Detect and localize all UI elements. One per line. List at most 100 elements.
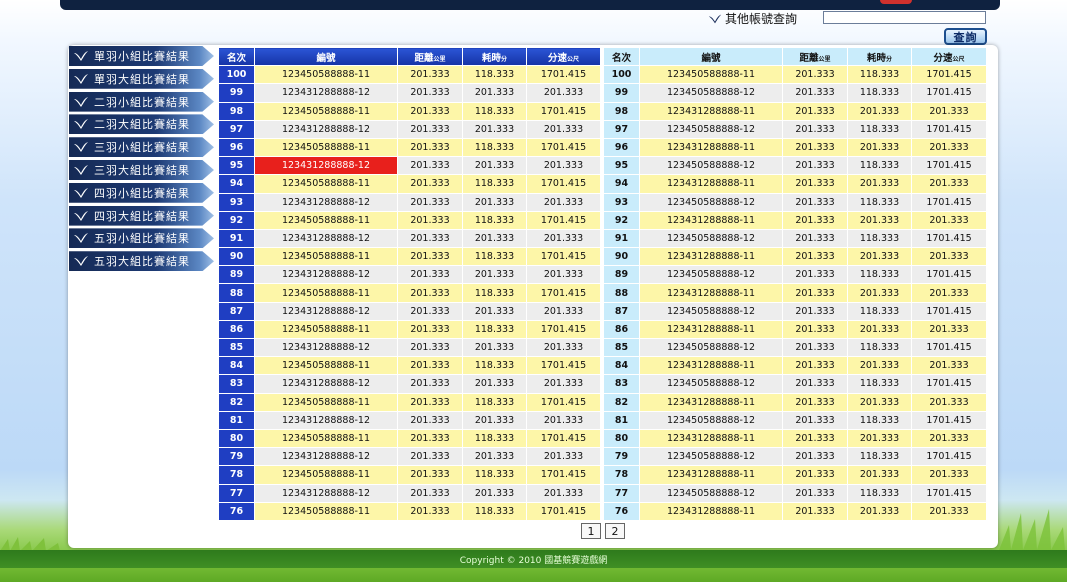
page-1-button[interactable]: 1 xyxy=(581,523,601,539)
code-cell[interactable]: 123450588888-12 xyxy=(639,228,783,249)
code-cell[interactable]: 123431288888-12 xyxy=(254,228,398,249)
table-row[interactable]: 97 123431288888-12 201.333 201.333 201.333 xyxy=(218,119,601,139)
code-cell[interactable]: 123431288888-11 xyxy=(639,137,783,158)
table-row[interactable]: 98 123450588888-11 201.333 118.333 1701.415 xyxy=(218,101,601,121)
table-row[interactable]: 91 123450588888-12 201.333 118.333 1701.415 xyxy=(603,228,987,249)
code-cell[interactable]: 123431288888-12 xyxy=(254,374,398,394)
code-cell[interactable]: 123450588888-11 xyxy=(254,65,398,85)
table-row[interactable]: 83 123431288888-12 201.333 201.333 201.333 xyxy=(218,374,601,394)
page-2-button[interactable]: 2 xyxy=(605,523,625,539)
code-cell[interactable]: 123450588888-12 xyxy=(639,301,783,321)
code-cell[interactable]: 123431288888-11 xyxy=(639,465,783,485)
code-cell[interactable]: 123450588888-11 xyxy=(254,137,398,158)
table-row[interactable]: 80 123450588888-11 201.333 118.333 1701.415 xyxy=(218,428,601,449)
code-cell[interactable]: 123431288888-11 xyxy=(639,174,783,194)
table-row[interactable]: 76 123431288888-11 201.333 201.333 201.333 xyxy=(603,501,987,521)
code-cell[interactable]: 123450588888-11 xyxy=(254,101,398,121)
table-row[interactable]: 94 123431288888-11 201.333 201.333 201.333 xyxy=(603,174,987,194)
code-cell[interactable]: 123450588888-12 xyxy=(639,410,783,430)
table-row[interactable]: 94 123450588888-11 201.333 118.333 1701.415 xyxy=(218,174,601,194)
table-row[interactable]: 93 123450588888-12 201.333 118.333 1701.415 xyxy=(603,192,987,212)
table-row[interactable]: 81 123431288888-12 201.333 201.333 201.333 xyxy=(218,410,601,430)
table-row[interactable]: 92 123450588888-11 201.333 118.333 1701.415 xyxy=(218,210,601,230)
code-cell[interactable]: 123450588888-11 xyxy=(254,392,398,412)
table-row[interactable]: 89 123450588888-12 201.333 118.333 1701.415 xyxy=(603,265,987,285)
sidebar-item-9[interactable]: 五羽大組比賽結果 xyxy=(69,251,214,272)
code-cell[interactable]: 123431288888-12 xyxy=(254,119,398,139)
code-cell[interactable]: 123431288888-12 xyxy=(254,156,398,176)
code-cell[interactable]: 123431288888-11 xyxy=(639,392,783,412)
table-row[interactable]: 76 123450588888-11 201.333 118.333 1701.415 xyxy=(218,501,601,521)
table-row[interactable]: 93 123431288888-12 201.333 201.333 201.333 xyxy=(218,192,601,212)
table-row[interactable]: 92 123431288888-11 201.333 201.333 201.333 xyxy=(603,210,987,230)
table-row[interactable]: 88 123431288888-11 201.333 201.333 201.333 xyxy=(603,283,987,303)
table-row[interactable]: 81 123450588888-12 201.333 118.333 1701.415 xyxy=(603,410,987,430)
col-header-rank[interactable]: 名次 xyxy=(603,46,640,67)
table-row[interactable]: 83 123450588888-12 201.333 118.333 1701.415 xyxy=(603,374,987,394)
code-cell[interactable]: 123431288888-12 xyxy=(254,265,398,285)
code-cell[interactable]: 123450588888-12 xyxy=(639,374,783,394)
sidebar-item-5[interactable]: 三羽大組比賽結果 xyxy=(69,160,214,180)
table-row[interactable]: 99 123431288888-12 201.333 201.333 201.333 xyxy=(218,83,601,103)
code-cell[interactable]: 123431288888-11 xyxy=(639,319,783,340)
table-row[interactable]: 79 123450588888-12 201.333 118.333 1701.415 xyxy=(603,447,987,467)
col-header-rank[interactable]: 名次 xyxy=(218,46,255,67)
sidebar-item-7[interactable]: 四羽大組比賽結果 xyxy=(69,205,214,226)
col-header-code[interactable]: 編號 xyxy=(639,46,783,67)
table-row[interactable]: 99 123450588888-12 201.333 118.333 1701.415 xyxy=(603,83,987,103)
code-cell[interactable]: 123431288888-12 xyxy=(254,301,398,321)
table-row[interactable]: 97 123450588888-12 201.333 118.333 1701.415 xyxy=(603,119,987,139)
code-cell[interactable]: 123450588888-11 xyxy=(254,428,398,449)
table-row[interactable]: 82 123431288888-11 201.333 201.333 201.333 xyxy=(603,392,987,412)
code-cell[interactable]: 123450588888-11 xyxy=(254,501,398,521)
table-row[interactable]: 88 123450588888-11 201.333 118.333 1701.415 xyxy=(218,283,601,303)
code-cell[interactable]: 123431288888-12 xyxy=(254,410,398,430)
code-cell[interactable]: 123450588888-11 xyxy=(254,174,398,194)
code-cell[interactable]: 123431288888-12 xyxy=(254,447,398,467)
table-row[interactable]: 95 123431288888-12 201.333 201.333 201.333 xyxy=(218,156,601,176)
sidebar-item-8[interactable]: 五羽小組比賽結果 xyxy=(69,228,214,249)
table-row[interactable]: 100 123450588888-11 201.333 118.333 1701.415 xyxy=(218,65,601,85)
col-header-code[interactable]: 編號 xyxy=(254,46,398,67)
table-row[interactable]: 77 123431288888-12 201.333 201.333 201.333 xyxy=(218,483,601,503)
code-cell[interactable]: 123431288888-11 xyxy=(639,501,783,521)
code-cell[interactable]: 123450588888-11 xyxy=(254,319,398,340)
code-cell[interactable]: 123450588888-12 xyxy=(639,447,783,467)
code-cell[interactable]: 123450588888-12 xyxy=(639,119,783,139)
table-row[interactable]: 85 123450588888-12 201.333 118.333 1701.415 xyxy=(603,337,987,358)
col-header-speed[interactable]: 分速公尺 xyxy=(526,46,601,67)
table-row[interactable]: 79 123431288888-12 201.333 201.333 201.333 xyxy=(218,447,601,467)
table-row[interactable]: 95 123450588888-12 201.333 118.333 1701.415 xyxy=(603,156,987,176)
code-cell[interactable]: 123450588888-11 xyxy=(639,65,783,85)
table-row[interactable]: 98 123431288888-11 201.333 201.333 201.333 xyxy=(603,101,987,121)
table-row[interactable]: 78 123450588888-11 201.333 118.333 1701.415 xyxy=(218,465,601,485)
table-row[interactable]: 84 123450588888-11 201.333 118.333 1701.415 xyxy=(218,356,601,376)
code-cell[interactable]: 123450588888-12 xyxy=(639,483,783,503)
code-cell[interactable]: 123431288888-11 xyxy=(639,210,783,230)
code-cell[interactable]: 123431288888-12 xyxy=(254,83,398,103)
code-cell[interactable]: 123431288888-12 xyxy=(254,192,398,212)
col-header-distance[interactable]: 距離公里 xyxy=(397,46,463,67)
code-cell[interactable]: 123450588888-11 xyxy=(254,210,398,230)
table-row[interactable]: 86 123431288888-11 201.333 201.333 201.333 xyxy=(603,319,987,340)
code-cell[interactable]: 123431288888-12 xyxy=(254,337,398,358)
code-cell[interactable]: 123450588888-12 xyxy=(639,192,783,212)
code-cell[interactable]: 123450588888-12 xyxy=(639,83,783,103)
col-header-speed[interactable]: 分速公尺 xyxy=(911,46,987,67)
table-row[interactable]: 90 123450588888-11 201.333 118.333 1701.415 xyxy=(218,247,601,267)
table-row[interactable]: 84 123431288888-11 201.333 201.333 201.333 xyxy=(603,356,987,376)
code-cell[interactable]: 123450588888-12 xyxy=(639,156,783,176)
table-row[interactable]: 90 123431288888-11 201.333 201.333 201.333 xyxy=(603,247,987,267)
table-row[interactable]: 89 123431288888-12 201.333 201.333 201.333 xyxy=(218,265,601,285)
table-row[interactable]: 87 123450588888-12 201.333 118.333 1701.415 xyxy=(603,301,987,321)
sidebar-item-3[interactable]: 二羽大組比賽結果 xyxy=(69,114,214,135)
table-row[interactable]: 85 123431288888-12 201.333 201.333 201.333 xyxy=(218,337,601,358)
table-row[interactable]: 91 123431288888-12 201.333 201.333 201.333 xyxy=(218,228,601,249)
table-row[interactable]: 87 123431288888-12 201.333 201.333 201.333 xyxy=(218,301,601,321)
code-cell[interactable]: 123450588888-11 xyxy=(254,247,398,267)
sidebar-item-2[interactable]: 二羽小組比賽結果 xyxy=(69,91,214,112)
code-cell[interactable]: 123450588888-12 xyxy=(639,337,783,358)
sidebar-item-6[interactable]: 四羽小組比賽結果 xyxy=(69,182,214,203)
table-row[interactable]: 96 123450588888-11 201.333 118.333 1701.415 xyxy=(218,137,601,158)
code-cell[interactable]: 123431288888-12 xyxy=(254,483,398,503)
